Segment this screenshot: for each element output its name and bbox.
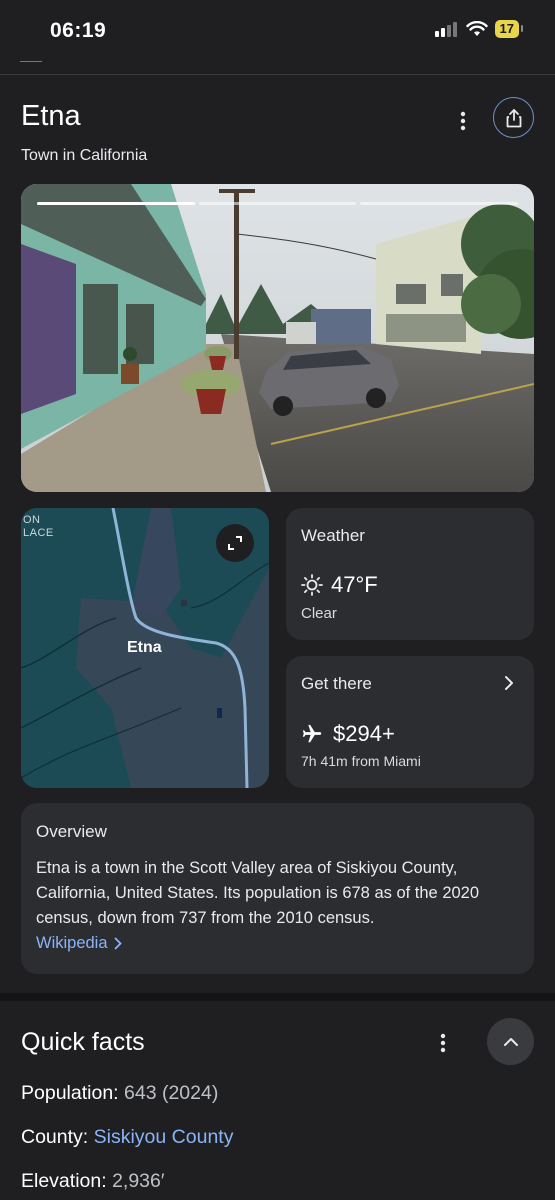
share-icon [506,108,521,127]
carousel-dot [198,202,357,205]
map-corner-label: ON LACE [23,514,54,539]
photo-carousel-indicator [37,202,519,205]
battery-indicator: 17 [494,20,524,38]
chevron-up-icon [503,1037,518,1046]
page-title: Etna [21,100,81,132]
chevron-right-icon [114,937,122,950]
map-card[interactable]: ON LACE Etna [21,508,269,788]
status-time: 06:19 [50,19,107,42]
quick-facts-more-button[interactable] [428,1028,458,1058]
quick-facts-title: Quick facts [21,1028,145,1056]
expand-icon [228,536,242,550]
fact-elevation: Elevation: 2,936′ [21,1170,165,1192]
weather-condition: Clear [301,605,337,622]
street-scene-image [21,184,534,492]
chevron-right-icon [505,676,513,690]
fact-label: County [21,1126,83,1148]
wikipedia-link[interactable]: Wikipedia [36,934,122,953]
flight-route: 7h 41m from Miami [301,753,421,769]
get-there-title: Get there [301,674,372,693]
carousel-dot [360,202,519,205]
weather-card[interactable]: Weather 47°F Clear [286,508,534,640]
cellular-signal-icon [434,22,457,37]
status-bar: 06:19 17 [0,0,555,62]
get-there-card[interactable]: Get there $294+ 7h 41m from Miami [286,656,534,788]
section-separator [0,993,555,1001]
flight-price-row: $294+ [301,721,395,747]
fact-value: 643 (2024) [124,1082,219,1104]
overview-title: Overview [36,822,107,841]
fact-label: Population [21,1082,114,1104]
weather-title: Weather [301,526,365,545]
overview-card: Overview Etna is a town in the Scott Val… [21,803,534,974]
carousel-dot [37,202,195,205]
fact-value: 2,936′ [112,1170,165,1192]
divider [0,74,555,75]
page-subtitle: Town in California [21,147,148,164]
county-link[interactable]: Siskiyou County [94,1126,234,1148]
more-vert-icon [460,111,466,131]
flight-price: $294+ [333,721,395,746]
collapse-button[interactable] [487,1018,534,1065]
share-button[interactable] [493,97,534,138]
map-expand-button[interactable] [216,524,254,562]
map-place-label: Etna [127,639,162,656]
fact-population: Population: 643 (2024) [21,1082,219,1104]
wifi-icon [465,21,488,36]
more-options-button[interactable] [448,106,478,136]
handle-line [20,61,42,62]
status-icons: 17 [434,20,524,38]
fact-county: County: Siskiyou County [21,1126,234,1148]
weather-temp-row: 47°F [301,572,378,598]
street-photo[interactable] [21,184,534,492]
more-vert-icon [440,1033,446,1053]
airplane-icon [302,724,322,743]
wikipedia-link-label: Wikipedia [36,934,108,952]
sun-icon [301,574,323,596]
weather-temp: 47°F [331,572,378,597]
overview-text: Etna is a town in the Scott Valley area … [36,859,480,927]
fact-label: Elevation [21,1170,102,1192]
